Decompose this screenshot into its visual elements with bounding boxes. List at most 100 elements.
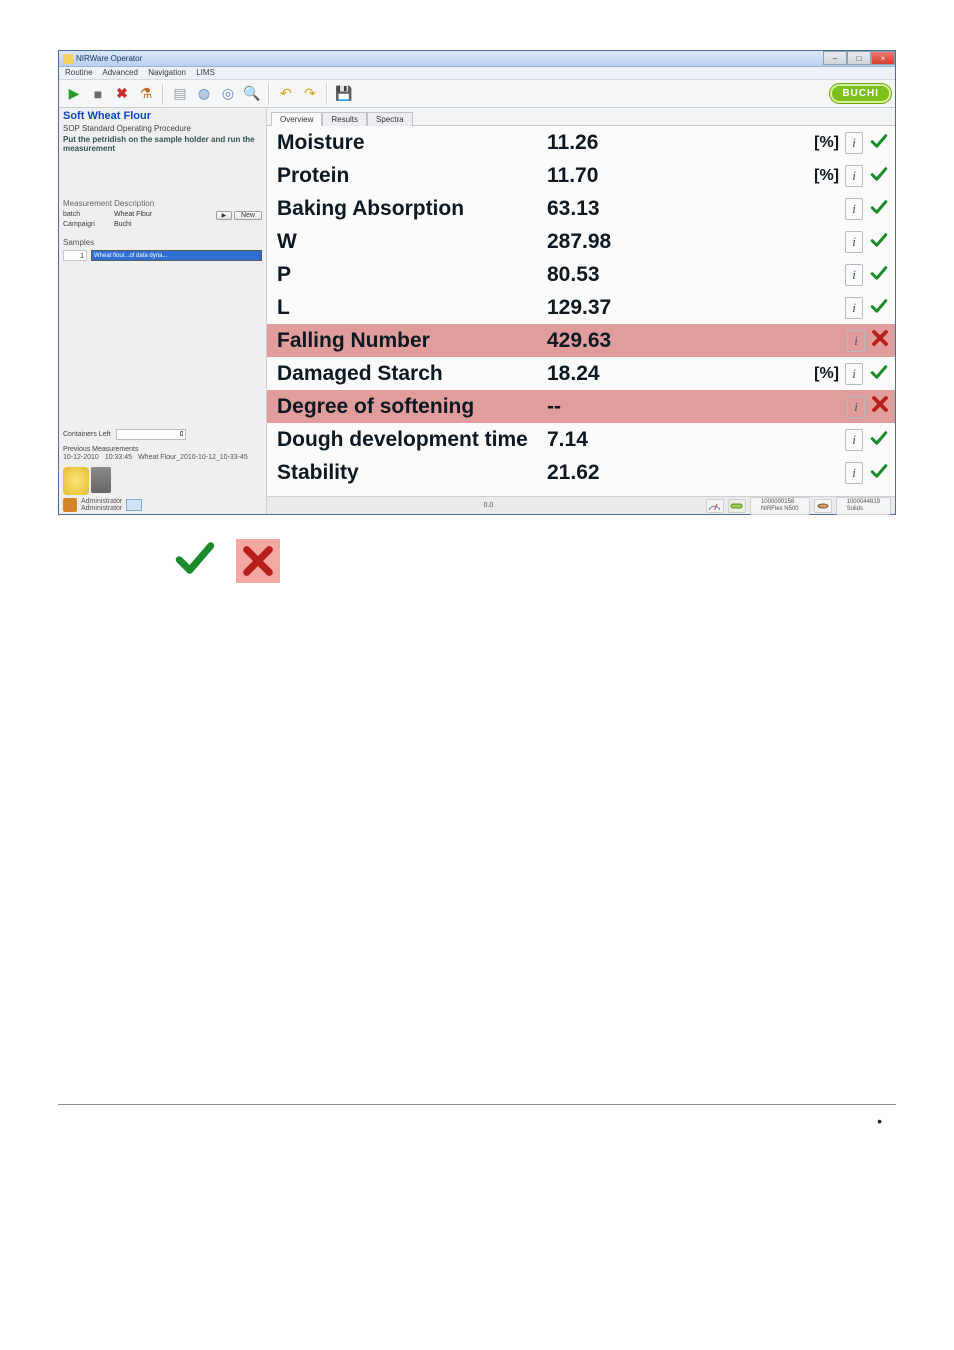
info-icon[interactable]: i (847, 396, 865, 418)
tb-globe-search-icon[interactable]: ◎ (217, 83, 239, 105)
menu-advanced[interactable]: Advanced (102, 68, 138, 77)
batch-value: Wheat Flour (114, 211, 213, 220)
result-row: L129.37 i (267, 291, 895, 324)
result-name: Stability (277, 461, 547, 485)
menu-lims[interactable]: LIMS (196, 68, 215, 77)
info-icon[interactable]: i (845, 363, 863, 385)
campaign-value: Buchi (114, 221, 213, 228)
tb-play-icon[interactable]: ▶ (63, 83, 85, 105)
archive-icon[interactable] (91, 467, 111, 493)
info-icon[interactable]: i (845, 165, 863, 187)
tab-spectra[interactable]: Spectra (367, 112, 413, 126)
menu-navigation[interactable]: Navigation (148, 68, 186, 77)
result-value: 63.13 (547, 197, 839, 221)
result-value: 129.37 (547, 296, 839, 320)
meas-desc-head: Measurement Description (63, 199, 262, 208)
sidebar-title: Soft Wheat Flour (63, 110, 262, 122)
admin-panel-icon[interactable] (126, 499, 142, 511)
samples-head: Samples (63, 238, 262, 247)
info-icon[interactable]: i (845, 132, 863, 154)
tb-stop-icon[interactable]: ■ (87, 83, 109, 105)
window-maximize[interactable]: □ (847, 51, 871, 65)
status-ok-icon (869, 297, 889, 319)
result-value: -- (547, 395, 841, 419)
tab-results[interactable]: Results (322, 112, 367, 126)
result-name: Protein (277, 164, 547, 188)
containers-input[interactable] (116, 429, 186, 440)
status-ok-icon (869, 429, 889, 451)
sample-index[interactable]: 1 (63, 250, 87, 261)
new-sample-button[interactable]: New (234, 211, 262, 220)
sop-desc: Put the petridish on the sample holder a… (63, 135, 262, 153)
result-row: Moisture11.26[%]i (267, 126, 895, 159)
app-icon (63, 54, 73, 64)
info-icon[interactable]: i (845, 198, 863, 220)
info-icon[interactable]: i (845, 231, 863, 253)
prev-meas-row[interactable]: 10-12-2010 10:33:45 Wheat Flour_2010-10-… (63, 454, 262, 461)
menu-routine[interactable]: Routine (65, 68, 93, 77)
info-icon[interactable]: i (845, 462, 863, 484)
sample-selected[interactable]: Wheat flour...of data dyna... (91, 250, 262, 261)
prev-time: 10:33:45 (105, 454, 132, 461)
result-value: 7.14 (547, 428, 839, 452)
result-value: 21.62 (547, 461, 839, 485)
tb-flask-icon[interactable]: ⚗ (135, 83, 157, 105)
tab-overview[interactable]: Overview (271, 112, 322, 126)
brand-logo: BUCHI (830, 84, 891, 103)
result-value: 287.98 (547, 230, 839, 254)
result-value: 80.53 (547, 263, 839, 287)
result-row: Falling Number429.63i (267, 324, 895, 357)
statusbar-device-chip: 1000000156 NIRFlex N500 (750, 497, 810, 515)
result-unit: [%] (814, 167, 839, 185)
result-row: P80.53i (267, 258, 895, 291)
info-icon[interactable]: i (845, 264, 863, 286)
result-name: Dough development time (277, 428, 547, 452)
statusbar-laser-icon (728, 499, 746, 513)
status-ok-icon (869, 198, 889, 220)
status-ok-icon (869, 462, 889, 484)
window-title: NIRWare Operator (76, 54, 142, 63)
trash-icon[interactable] (63, 467, 89, 495)
tb-undo-icon[interactable]: ↶ (275, 83, 297, 105)
result-value: 11.26 (547, 131, 814, 155)
result-value: 11.70 (547, 164, 814, 188)
tb-layers-icon[interactable]: ▤ (169, 83, 191, 105)
admin-2: Administrator (81, 505, 122, 512)
menu-bar: Routine Advanced Navigation LIMS (59, 67, 895, 80)
tb-delete-icon[interactable]: ✖ (111, 83, 133, 105)
containers-label: Containers Left (63, 431, 110, 438)
result-name: Baking Absorption (277, 197, 547, 221)
result-name: Moisture (277, 131, 547, 155)
statusbar-center: 0.0 (271, 502, 706, 509)
info-icon[interactable]: i (845, 297, 863, 319)
status-bad-icon (871, 395, 889, 419)
result-name: L (277, 296, 547, 320)
result-row: Degree of softening--i (267, 390, 895, 423)
window-close[interactable]: × (871, 51, 895, 65)
user-icon (63, 498, 77, 512)
tb-redo-icon[interactable]: ↷ (299, 83, 321, 105)
campaign-label: Campaign (63, 221, 111, 228)
tb-zoom-icon[interactable]: 🔍 (241, 83, 263, 105)
info-icon[interactable]: i (847, 330, 865, 352)
result-name: W (277, 230, 547, 254)
result-value: 429.63 (547, 329, 841, 353)
run-sample-button[interactable]: ▶ (216, 211, 232, 220)
bullet: • (0, 1113, 882, 1129)
window-minimize[interactable]: – (823, 51, 847, 65)
status-ok-icon (869, 363, 889, 385)
result-row: Stability21.62 i (267, 456, 895, 489)
info-icon[interactable]: i (845, 429, 863, 451)
status-bar: 0.0 1000000156 NIRFlex N500 (267, 496, 895, 514)
result-name: Damaged Starch (277, 362, 547, 386)
status-ok-icon (869, 165, 889, 187)
tb-globe-icon[interactable]: ◍ (193, 83, 215, 105)
legend-bad-icon (236, 539, 280, 583)
prev-date: 10-12-2010 (63, 454, 99, 461)
tb-save-icon[interactable]: 💾 (333, 83, 355, 105)
result-row: Baking Absorption63.13 i (267, 192, 895, 225)
main-area: Overview Results Spectra Moisture11.26[%… (267, 108, 895, 514)
page-separator (58, 1104, 896, 1105)
admin-1: Administrator (81, 498, 122, 505)
window-titlebar[interactable]: NIRWare Operator – □ × (59, 51, 895, 67)
